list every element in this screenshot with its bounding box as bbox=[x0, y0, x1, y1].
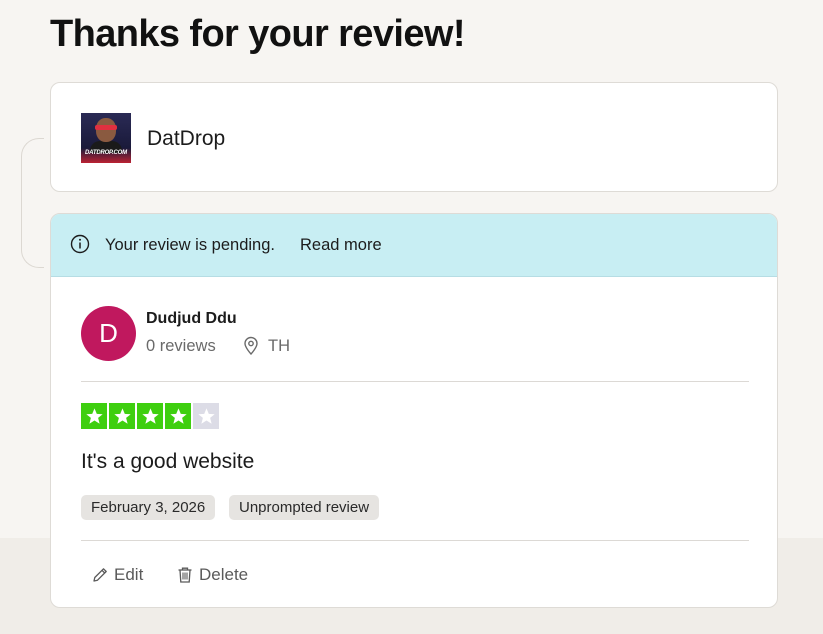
delete-button[interactable]: Delete bbox=[176, 564, 248, 586]
star-filled-icon bbox=[165, 403, 191, 429]
reviewer-country: TH bbox=[268, 337, 290, 355]
logo-text: DATDROP.COM bbox=[85, 150, 127, 156]
star-filled-icon bbox=[109, 403, 135, 429]
review-card: Your review is pending. Read more D Dudj… bbox=[50, 213, 778, 608]
divider bbox=[81, 540, 749, 541]
avatar: D bbox=[81, 306, 136, 361]
pencil-icon bbox=[93, 568, 107, 582]
review-count: 0 reviews bbox=[146, 337, 216, 355]
star-empty-icon bbox=[193, 403, 219, 429]
star-filled-icon bbox=[137, 403, 163, 429]
info-icon bbox=[70, 234, 90, 254]
location-pin-icon bbox=[244, 336, 258, 356]
company-logo: DATDROP.COM bbox=[81, 113, 131, 163]
review-date-badge: February 3, 2026 bbox=[81, 495, 216, 520]
trash-icon bbox=[178, 567, 192, 583]
unprompted-review-badge: Unprompted review bbox=[229, 495, 380, 520]
star-filled-icon bbox=[81, 403, 107, 429]
company-name[interactable]: DatDrop bbox=[147, 127, 225, 151]
side-decoration bbox=[21, 138, 44, 268]
star-rating bbox=[81, 403, 219, 429]
pending-banner: Your review is pending. Read more bbox=[51, 214, 777, 277]
edit-button[interactable]: Edit bbox=[91, 564, 143, 586]
reviewer-name[interactable]: Dudjud Ddu bbox=[146, 310, 237, 328]
edit-label: Edit bbox=[114, 565, 144, 584]
review-title: It's a good website bbox=[81, 450, 255, 473]
delete-label: Delete bbox=[199, 565, 249, 584]
divider bbox=[81, 381, 749, 382]
page-title: Thanks for your review! bbox=[50, 13, 465, 55]
read-more-link[interactable]: Read more bbox=[300, 236, 382, 255]
pending-status-text: Your review is pending. bbox=[105, 236, 275, 254]
company-card: DATDROP.COM DatDrop bbox=[50, 82, 778, 192]
